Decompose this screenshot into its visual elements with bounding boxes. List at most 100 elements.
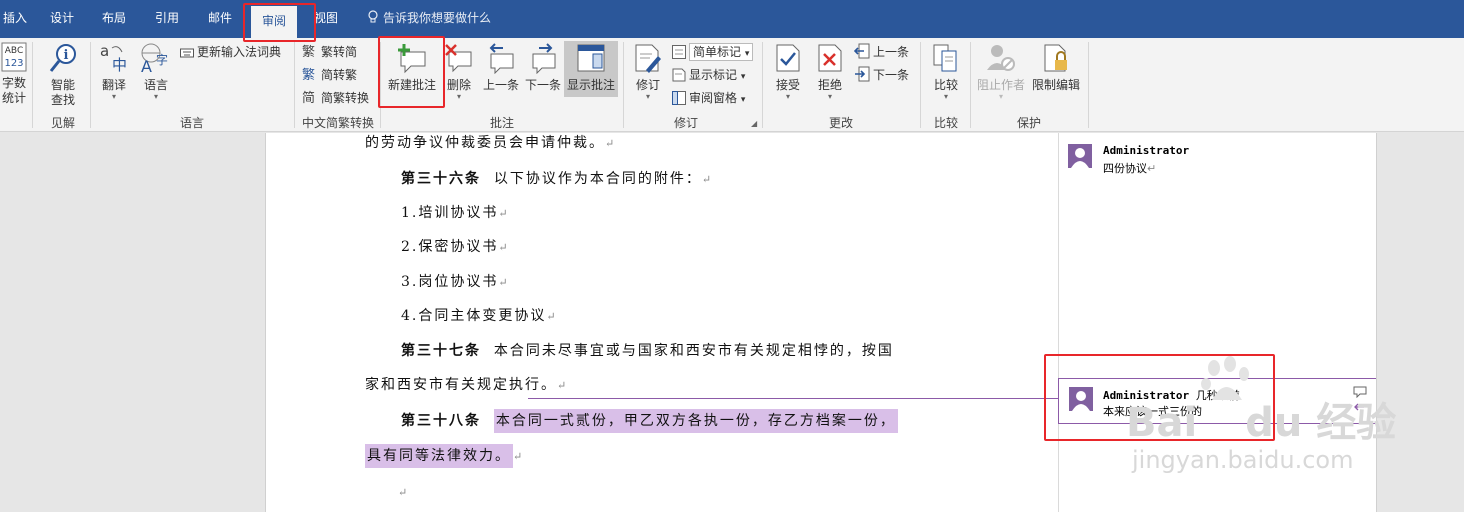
tell-me-box[interactable]: 告诉我你想要做什么 (367, 0, 491, 36)
chevron-down-icon: ▾ (785, 92, 790, 101)
doc-paragraph[interactable]: 第三十八条 本合同一式贰份，甲乙双方各执一份，存乙方档案一份， (401, 409, 898, 433)
show-markup-button[interactable]: 显示标记 ▾ (672, 65, 745, 85)
word-count-button[interactable]: ABC 123 字数统计 (0, 42, 28, 106)
track-changes-button[interactable]: 修订 ▾ (628, 42, 668, 101)
language-button[interactable]: A字 语言 ▾ (136, 42, 176, 101)
svg-text:中: 中 (112, 56, 127, 74)
article-heading: 第三十七条 (401, 343, 481, 359)
svg-text:繁: 繁 (302, 67, 315, 82)
markup-mode-value: 简单标记 (693, 45, 742, 59)
to-traditional-button[interactable]: 繁简转繁 (302, 65, 357, 85)
new-comment-button[interactable]: 新建批注 (384, 42, 440, 93)
comment-balloon[interactable]: Administrator 四份协议↵ (1066, 142, 1366, 182)
doc-paragraph[interactable]: 的劳动争议仲裁委员会申请仲裁。↵ (365, 132, 616, 155)
paragraph-mark: ↵ (498, 276, 510, 289)
block-authors-icon (987, 45, 1015, 71)
doc-paragraph[interactable]: 第三十七条 本合同未尽事宜或与国家和西安市有关规定相悖的，按国 (401, 340, 894, 362)
language-label: 语言 (143, 78, 168, 92)
svg-text:ABC: ABC (5, 46, 23, 56)
doc-text: 3.岗位协议书 (401, 274, 499, 290)
doc-list-item[interactable]: 3.岗位协议书↵ (401, 271, 510, 294)
commented-text[interactable]: 本合同一式贰份，甲乙双方各执一份，存乙方档案一份， (493, 409, 898, 433)
doc-text: 的劳动争议仲裁委员会申请仲裁。 (365, 135, 605, 151)
chevron-down-icon: ▾ (744, 49, 750, 59)
markup-mode-dropdown[interactable]: 简单标记 ▾ (672, 42, 754, 62)
previous-change-button[interactable]: 上一条 (853, 42, 910, 62)
paragraph-mark: ↵ (701, 173, 714, 186)
new-comment-label: 新建批注 (387, 78, 436, 92)
simplified-char-icon: 繁 (302, 67, 315, 83)
doc-list-item[interactable]: 4.合同主体变更协议↵ (401, 305, 558, 328)
smart-lookup-button[interactable]: i 智能查找 (40, 42, 86, 108)
empty-paragraph[interactable]: ↵ (398, 481, 409, 504)
doc-text: 1.培训协议书 (401, 205, 499, 221)
tab-layout[interactable]: 布局 (92, 0, 136, 36)
accept-label: 接受 (775, 78, 800, 92)
chevron-down-icon: ▾ (998, 92, 1003, 101)
compare-button[interactable]: 比较 ▾ (926, 42, 966, 101)
track-changes-label: 修订 (635, 78, 660, 92)
tab-design[interactable]: 设计 (40, 0, 84, 36)
svg-text:字: 字 (156, 52, 168, 67)
to-traditional-label: 简转繁 (321, 68, 358, 82)
tab-mailings[interactable]: 邮件 (198, 0, 242, 36)
doc-text: 本合同未尽事宜或与国家和西安市有关规定相悖的，按国 (493, 343, 894, 359)
tab-view[interactable]: 视图 (304, 0, 348, 36)
chevron-down-icon: ▾ (111, 92, 116, 101)
paragraph-mark: ↵ (498, 241, 510, 254)
tab-insert[interactable]: 插入 (0, 0, 30, 36)
next-comment-button[interactable]: 下一条 (522, 42, 564, 93)
svg-text:123: 123 (4, 58, 23, 69)
group-tracking-label: 修订 (673, 116, 698, 130)
delete-comment-icon (445, 44, 472, 73)
tell-me-text: 告诉我你想要做什么 (383, 11, 492, 25)
doc-paragraph[interactable]: 家和西安市有关规定执行。↵ (365, 374, 568, 397)
reject-button[interactable]: 拒绝 ▾ (810, 42, 850, 101)
chevron-down-icon: ▾ (645, 92, 650, 101)
review-ribbon: ABC 123 字数统计 i 智能查找 见解 a中 翻译 ▾ A字 语言 ▾ 更新… (0, 38, 1464, 132)
chevron-down-icon: ▾ (943, 92, 948, 101)
paragraph-mark: ↵ (605, 137, 617, 150)
delete-comment-label: 删除 (446, 78, 471, 92)
markup-area-divider (1058, 133, 1059, 512)
show-comments-button[interactable]: 显示批注 (564, 41, 618, 97)
next-change-label: 下一条 (873, 68, 910, 82)
review-pane-button[interactable]: 审阅窗格 ▾ (672, 88, 745, 108)
svg-text:简: 简 (302, 90, 315, 105)
comment-text[interactable]: 四份协议↵ (1103, 160, 1156, 176)
previous-change-label: 上一条 (873, 45, 910, 59)
commented-text[interactable]: 具有同等法律效力。 (365, 444, 513, 468)
translate-button[interactable]: a中 翻译 ▾ (94, 42, 134, 101)
compare-label: 比较 (933, 78, 958, 92)
dialog-launcher-icon[interactable]: ◢ (751, 119, 757, 128)
delete-comment-button[interactable]: 删除 ▾ (442, 42, 476, 101)
svg-text:a: a (100, 42, 109, 60)
traditional-char-icon: 繁 (302, 44, 315, 60)
doc-text: 以下协议作为本合同的附件： (493, 171, 702, 187)
paragraph-mark: ↵ (557, 379, 569, 392)
doc-list-item[interactable]: 2.保密协议书↵ (401, 236, 510, 259)
restrict-editing-button[interactable]: 限制编辑 (1028, 42, 1084, 93)
doc-paragraph[interactable]: 第三十六条 以下协议作为本合同的附件：↵ (401, 168, 713, 191)
tab-references[interactable]: 引用 (145, 0, 189, 36)
doc-list-item[interactable]: 1.培训协议书↵ (401, 202, 510, 225)
previous-comment-button[interactable]: 上一条 (480, 42, 522, 93)
chevron-down-icon: ▾ (456, 92, 461, 101)
review-pane-label: 审阅窗格 (689, 91, 738, 105)
update-ime-label: 更新输入法词典 (197, 45, 282, 59)
reject-label: 拒绝 (817, 78, 842, 92)
word-count-icon: ABC 123 (1, 42, 27, 72)
paragraph-mark: ↵ (546, 310, 558, 323)
to-simplified-button[interactable]: 繁繁转简 (302, 42, 357, 62)
tab-review[interactable]: 审阅 (251, 6, 297, 38)
doc-paragraph[interactable]: 具有同等法律效力。 ↵ (365, 444, 524, 468)
accept-button[interactable]: 接受 ▾ (768, 42, 808, 101)
convert-char-icon: 简 (302, 90, 315, 106)
chinese-convert-label: 简繁转换 (321, 91, 370, 105)
update-ime-dictionary-button[interactable]: 更新输入法词典 (180, 42, 281, 62)
block-authors-button[interactable]: 阻止作者 ▾ (974, 42, 1028, 101)
show-markup-icon (672, 68, 686, 82)
restrict-editing-icon (1044, 44, 1067, 72)
next-change-button[interactable]: 下一条 (854, 65, 909, 85)
chinese-convert-button[interactable]: 简简繁转换 (302, 88, 369, 108)
